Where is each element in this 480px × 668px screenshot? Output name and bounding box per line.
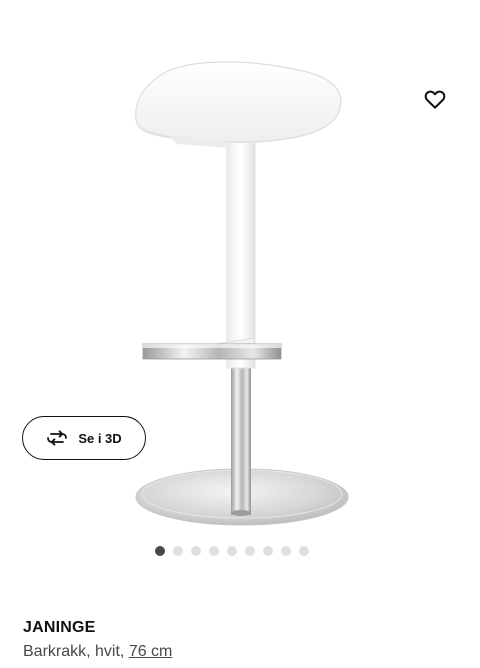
gallery-dot-2[interactable] — [173, 546, 183, 556]
gallery-dot-3[interactable] — [191, 546, 201, 556]
gallery-dot-4[interactable] — [209, 546, 219, 556]
view-in-3d-button[interactable]: Se i 3D — [22, 416, 146, 460]
product-description: Barkrakk, hvit, 76 cm — [23, 640, 172, 664]
product-description-text: Barkrakk, hvit, — [23, 643, 129, 660]
product-info: JANINGE Barkrakk, hvit, 76 cm — [23, 618, 172, 664]
favorite-button[interactable] — [418, 82, 452, 116]
rotate-3d-icon — [47, 430, 68, 446]
gallery-pagination — [155, 546, 309, 556]
gallery-dot-1[interactable] — [155, 546, 165, 556]
product-name: JANINGE — [23, 619, 96, 636]
product-size-link[interactable]: 76 cm — [129, 643, 173, 660]
gallery-dot-8[interactable] — [281, 546, 291, 556]
gallery-dot-5[interactable] — [227, 546, 237, 556]
view-in-3d-label: Se i 3D — [78, 430, 122, 446]
gallery-dot-6[interactable] — [245, 546, 255, 556]
product-image-gallery[interactable]: Se i 3D — [0, 0, 480, 580]
gallery-dot-9[interactable] — [299, 546, 309, 556]
gallery-dot-7[interactable] — [263, 546, 273, 556]
heart-icon — [424, 90, 446, 109]
